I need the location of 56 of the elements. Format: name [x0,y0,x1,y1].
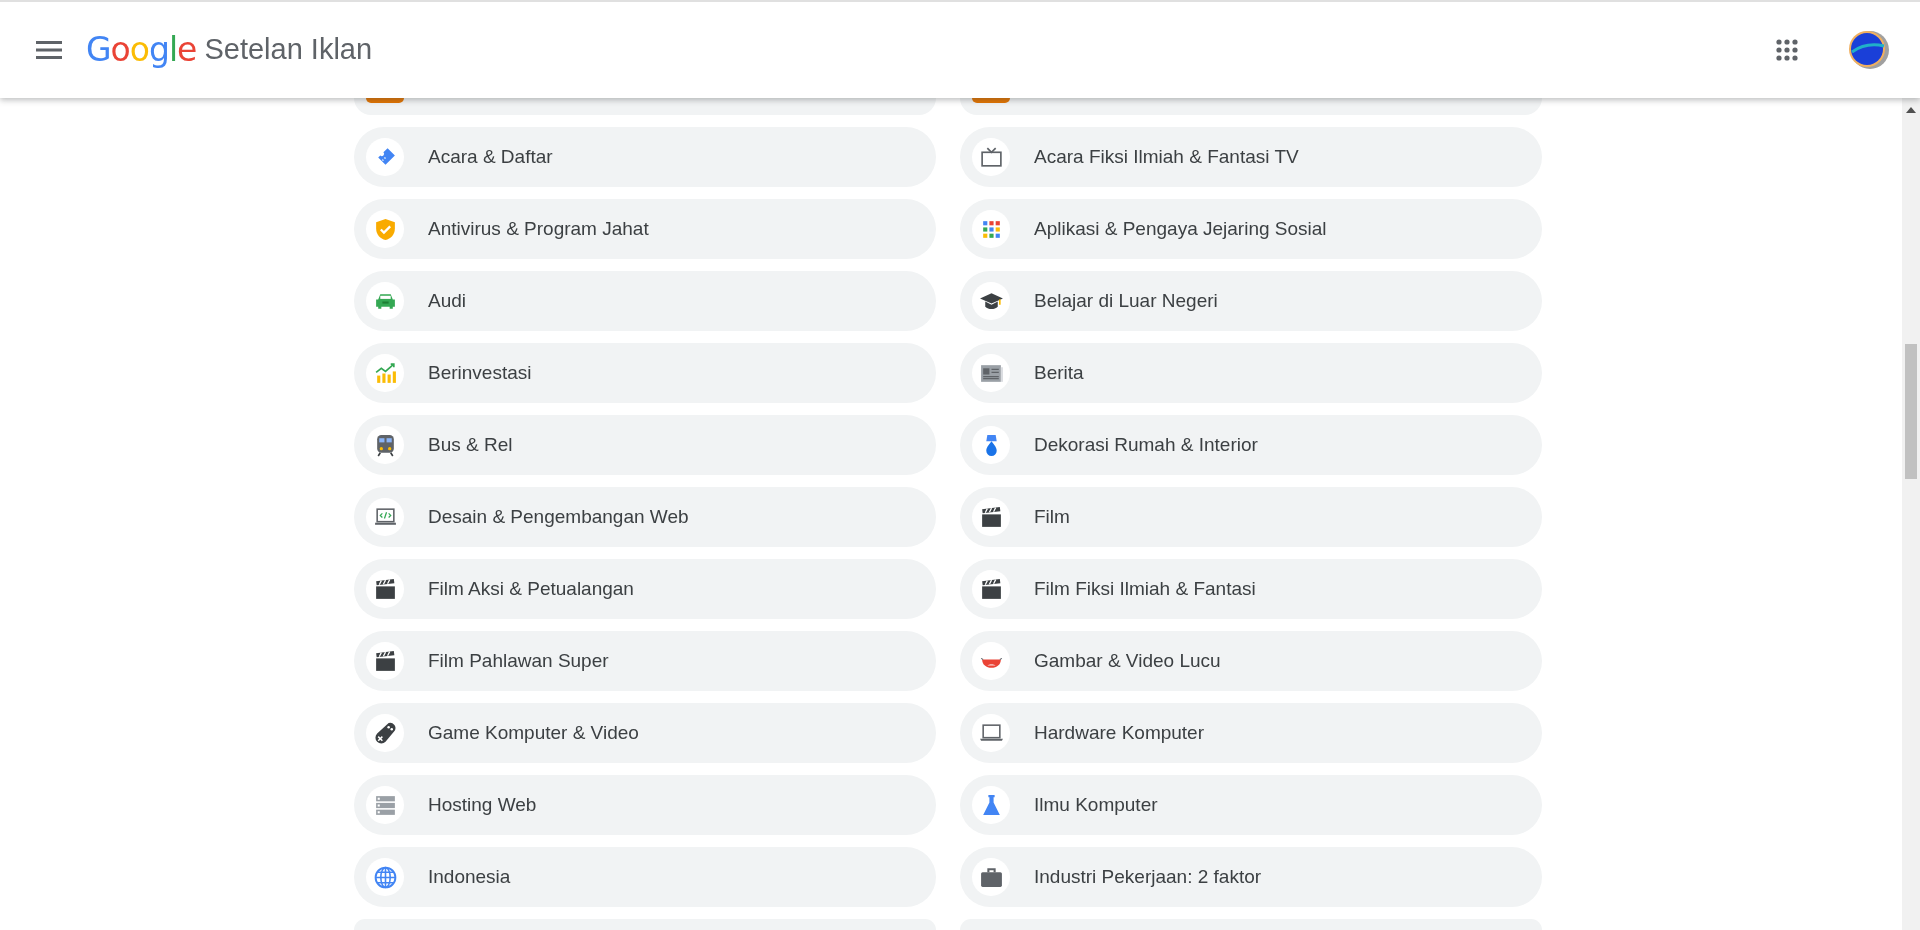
topic-item[interactable]: Audi [354,271,936,331]
graduation-cap-icon [972,282,1010,320]
newspaper-icon [972,354,1010,392]
topic-item[interactable]: Ilmu Komputer [960,775,1542,835]
topic-item[interactable]: Film Aksi & Petualangan [354,559,936,619]
topic-item[interactable]: Berita [960,343,1542,403]
car-icon [366,282,404,320]
chart-icon [366,354,404,392]
topic-item[interactable]: Gambar & Video Lucu [960,631,1542,691]
topic-item[interactable]: Film Pahlawan Super [354,631,936,691]
topic-item[interactable]: Game Komputer & Video [354,703,936,763]
app-grid-icon [972,210,1010,248]
topic-item[interactable]: Film Fiksi Ilmiah & Fantasi [960,559,1542,619]
ticket-icon [366,138,404,176]
scrollbar-thumb[interactable] [1905,344,1917,479]
clapperboard-icon [366,570,404,608]
topic-item[interactable]: Dekorasi Rumah & Interior [960,415,1542,475]
clapperboard-icon [366,642,404,680]
lamp-icon [972,426,1010,464]
topic-item[interactable]: Acara Fiksi Ilmiah & Fantasi TV [960,127,1542,187]
globe-icon [366,858,404,896]
laptop-icon [972,714,1010,752]
clapperboard-icon [972,498,1010,536]
apps-icon[interactable] [1776,39,1798,61]
topic-item[interactable]: Berinvestasi [354,343,936,403]
topic-item[interactable]: Belajar di Luar Negeri [960,271,1542,331]
gamepad-icon [366,714,404,752]
topic-icon [972,98,1010,103]
avatar[interactable] [1846,28,1890,72]
laughing-mouth-icon [972,642,1010,680]
server-icon [366,786,404,824]
tv-icon [972,138,1010,176]
page-title: Setelan Iklan [204,32,373,68]
menu-icon[interactable] [36,40,62,60]
clapperboard-icon [972,570,1010,608]
scrollbar[interactable] [1902,98,1920,930]
shield-icon [366,210,404,248]
topic-item[interactable]: Indonesia [354,847,936,907]
topic-item[interactable]: Hardware Komputer [960,703,1542,763]
topic-item[interactable]: Industri Pekerjaan: 2 faktor [960,847,1542,907]
topic-item[interactable]: Acara & Daftar [354,127,936,187]
topic-item[interactable] [960,98,1542,115]
topic-item[interactable]: Desain & Pengembangan Web [354,487,936,547]
topic-item[interactable] [354,98,936,115]
topic-item[interactable]: Bus & Rel [354,415,936,475]
laptop-code-icon [366,498,404,536]
topic-icon [366,98,404,103]
scroll-up-icon[interactable] [1906,106,1916,114]
topic-item[interactable]: Antivirus & Program Jahat [354,199,936,259]
train-icon [366,426,404,464]
topic-item[interactable]: Hosting Web [354,775,936,835]
topic-item[interactable]: Aplikasi & Pengaya Jejaring Sosial [960,199,1542,259]
topic-item[interactable]: Film [960,487,1542,547]
briefcase-icon [972,858,1010,896]
flask-icon [972,786,1010,824]
logo[interactable]: Google [86,25,197,75]
